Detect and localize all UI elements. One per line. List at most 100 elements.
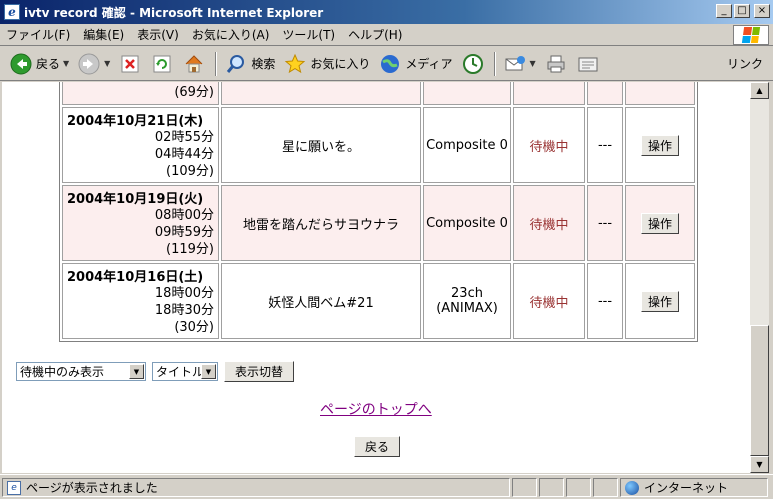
menu-favorites[interactable]: お気に入り(A): [192, 26, 270, 43]
window-title: ivtv record 確認 - Microsoft Internet Expl…: [24, 5, 324, 20]
scroll-thumb[interactable]: [750, 325, 769, 456]
status-text: 待機中: [513, 263, 585, 339]
extra-text: ---: [587, 107, 623, 183]
history-button[interactable]: [458, 50, 488, 78]
filter-select[interactable]: 待機中のみ表示 ▼: [16, 362, 146, 381]
duration-text: (109分): [166, 164, 214, 179]
program-title: 星に願いを。: [221, 107, 421, 183]
page-top-link[interactable]: ページのトップへ: [320, 399, 432, 419]
favorites-button[interactable]: お気に入り: [280, 50, 373, 78]
media-globe-icon: [378, 52, 402, 76]
print-button[interactable]: [541, 50, 571, 78]
search-button[interactable]: 検索: [221, 50, 278, 78]
extra-text: ---: [587, 263, 623, 339]
channel-cell: 23ch (ANIMAX): [423, 263, 511, 339]
forward-arrow-icon: [77, 52, 101, 76]
dropdown-arrow-icon[interactable]: ▼: [201, 364, 216, 379]
status-message: ページが表示されました: [26, 481, 158, 495]
table-row: 2004年10月21日(木) 02時55分 04時44分 (109分) 星に願い…: [62, 107, 695, 183]
security-zone-panel: インターネット: [620, 478, 768, 497]
status-panel: [566, 478, 591, 497]
status-text: 待機中: [513, 107, 585, 183]
operate-button[interactable]: 操作: [640, 134, 679, 156]
dropdown-arrow-icon[interactable]: ▼: [129, 364, 144, 379]
switch-view-button[interactable]: 表示切替: [224, 361, 295, 382]
links-label[interactable]: リンク: [727, 55, 763, 72]
status-panel: [539, 478, 564, 497]
media-button[interactable]: メディア: [375, 50, 455, 78]
menu-edit[interactable]: 編集(E): [83, 26, 124, 43]
sort-select[interactable]: タイトル ▼: [152, 362, 218, 381]
search-icon: [224, 52, 248, 76]
edit-document-icon: [576, 52, 600, 76]
page-content: (69分) 2004年10月21日(木) 02時55分 04時44分 (109分…: [2, 82, 750, 473]
page-done-icon: e: [7, 480, 21, 495]
channel-cell: Composite 0: [423, 107, 511, 183]
end-time: 04時44分: [154, 147, 214, 162]
status-bar: e ページが表示されました インターネット: [0, 474, 773, 499]
channel-name: Composite 0: [426, 137, 508, 153]
record-date: 2004年10月16日(土): [67, 270, 204, 285]
menu-tools[interactable]: ツール(T): [282, 26, 335, 43]
mail-button[interactable]: ▼: [500, 50, 539, 78]
close-button[interactable]: ×: [754, 4, 770, 18]
toolbar-separator: [215, 51, 218, 76]
edit-button[interactable]: [573, 50, 603, 78]
sort-select-value: タイトル: [156, 365, 205, 379]
record-date: 2004年10月19日(火): [67, 192, 204, 207]
program-title: 妖怪人間ベム#21: [221, 263, 421, 339]
channel-name: Composite 0: [426, 215, 508, 231]
record-date: 2004年10月21日(木): [67, 114, 204, 129]
internet-globe-icon: [625, 480, 639, 495]
start-time: 02時55分: [154, 130, 214, 145]
printer-icon: [544, 52, 568, 76]
table-row: 2004年10月19日(火) 08時00分 09時59分 (119分) 地雷を踏…: [62, 185, 695, 261]
status-panel: [512, 478, 537, 497]
forward-dropdown-icon[interactable]: ▼: [104, 59, 110, 68]
view-controls: 待機中のみ表示 ▼ タイトル ▼ 表示切替: [16, 361, 295, 382]
zone-label: インターネット: [644, 481, 729, 495]
back-page-button[interactable]: 戻る: [354, 436, 401, 457]
vertical-scrollbar[interactable]: ▲ ▼: [750, 82, 769, 473]
program-title: 地雷を踏んだらサヨウナラ: [221, 185, 421, 261]
back-button[interactable]: 戻る ▼: [6, 50, 72, 78]
maximize-button[interactable]: □: [734, 4, 750, 18]
star-icon: [283, 52, 307, 76]
menu-help[interactable]: ヘルプ(H): [348, 26, 402, 43]
table-row: (69分): [62, 82, 695, 105]
back-dropdown-icon[interactable]: ▼: [63, 59, 69, 68]
menu-bar: ファイル(F) 編集(E) 表示(V) お気に入り(A) ツール(T) ヘルプ(…: [0, 24, 773, 46]
ie-page-icon: e: [4, 4, 20, 20]
duration-text: (69分): [174, 84, 214, 100]
operate-button[interactable]: 操作: [640, 290, 679, 312]
filter-select-value: 待機中のみ表示: [20, 365, 105, 379]
forward-button[interactable]: ▼: [74, 50, 113, 78]
end-time: 09時59分: [154, 225, 214, 240]
start-time: 18時00分: [154, 286, 214, 301]
operate-button[interactable]: 操作: [640, 212, 679, 234]
scroll-down-icon[interactable]: ▼: [750, 456, 769, 473]
status-text: 待機中: [513, 185, 585, 261]
toolbar: 戻る ▼ ▼ 検索 お気に入り メディア ▼: [0, 47, 773, 81]
mail-dropdown-icon[interactable]: ▼: [530, 59, 536, 68]
toolbar-separator: [493, 51, 496, 76]
status-panel: [593, 478, 618, 497]
stop-button[interactable]: [115, 50, 145, 78]
refresh-button[interactable]: [147, 50, 177, 78]
duration-text: (119分): [166, 242, 214, 257]
window-title-bar[interactable]: e ivtv record 確認 - Microsoft Internet Ex…: [0, 0, 773, 24]
duration-text: (30分): [174, 320, 214, 335]
refresh-icon: [150, 52, 174, 76]
menu-file[interactable]: ファイル(F): [6, 26, 70, 43]
home-button[interactable]: [179, 50, 209, 78]
end-time: 18時30分: [154, 303, 214, 318]
menu-view[interactable]: 表示(V): [137, 26, 179, 43]
channel-name: 23ch: [451, 286, 483, 301]
scroll-up-icon[interactable]: ▲: [750, 82, 769, 99]
windows-logo-icon: [733, 25, 769, 45]
history-icon: [461, 52, 485, 76]
channel-cell: Composite 0: [423, 185, 511, 261]
home-icon: [182, 52, 206, 76]
minimize-button[interactable]: _: [716, 4, 732, 18]
extra-text: ---: [587, 185, 623, 261]
